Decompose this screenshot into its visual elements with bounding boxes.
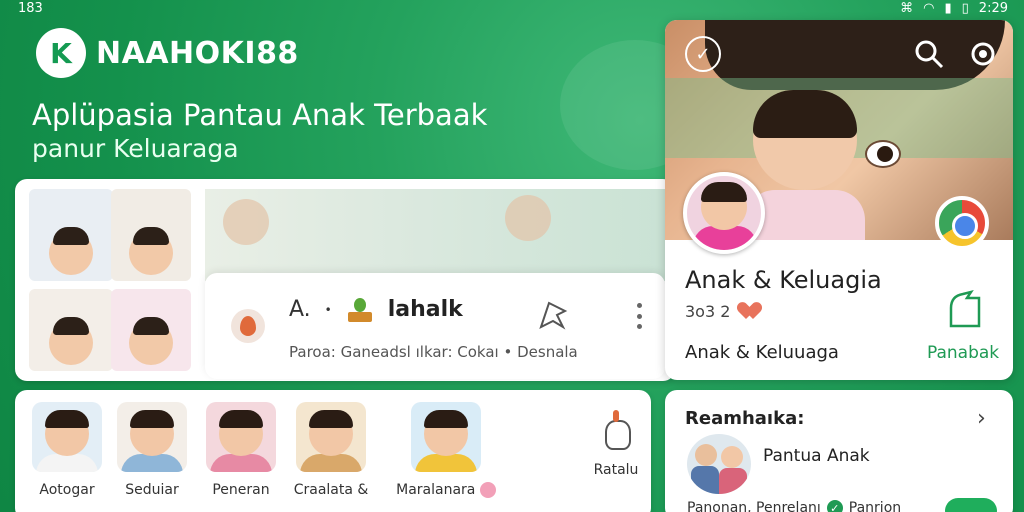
person-body [719,468,747,494]
category-label: Craalata & [293,482,369,498]
avatar[interactable] [683,172,765,254]
wifi-icon: ◠ [923,1,935,16]
browser-icon[interactable] [935,196,989,250]
reminder-row-status: Panrion [848,500,902,512]
child-face [49,317,93,365]
battery-icon: ▯ [961,1,969,16]
reminder-item[interactable]: Pantua Anak [763,446,870,466]
category-child-hair [219,410,263,428]
profile-name: Anak & Keluagia [685,266,882,294]
category-child-body [210,454,272,472]
post-title-prefix: A. [289,297,311,322]
category-child-body [415,454,477,472]
person-head [695,444,717,466]
category-image [117,402,187,472]
chevron-right-icon[interactable]: › [977,406,986,431]
category-label: Peneran [212,482,270,498]
profile-family-link[interactable]: Anak & Keluuaga [685,342,839,363]
category-child-body [300,454,362,472]
child-face [129,227,173,275]
feed-post[interactable]: A. • lahalk Paroa: Ganeadsl ılkar: Cokaı… [205,273,665,379]
profile-stat-value: 3o3 2 [685,302,731,321]
categories-card: Aotogar Seduiar Peneran Craalata & Maral… [15,390,651,512]
avatar-hair [701,182,747,202]
child-hair [753,90,857,138]
tree-icon [601,410,631,450]
hero-subline: panur Keluaraga [32,134,239,163]
status-icons: ⌘ ◠ ▮ ▯ 2:29 [900,1,1008,16]
brand-header: K NAAHOKI88 [36,28,299,78]
category-item[interactable]: Seduiar [112,402,192,498]
gear-icon[interactable] [965,36,1001,72]
growth-icon[interactable] [945,288,985,330]
reminder-row-text: Panonan, Penrelanı [687,500,821,512]
post-title: A. • lahalk [289,297,463,322]
heart-icon[interactable] [742,303,762,321]
category-item[interactable]: Craalata & [291,402,371,498]
app-name: NAAHOKI88 [96,35,299,71]
status-bar: 183 ⌘ ◠ ▮ ▯ 2:29 [0,0,1024,18]
reminder-toggle[interactable] [945,498,997,512]
blurred-photo-banner [205,189,675,281]
blurred-child [223,199,269,245]
reminder-thumbnail [687,434,751,494]
categories-more[interactable]: Ratalu [591,410,641,478]
category-child-hair [309,410,353,428]
reminder-row: Panonan, Penrelanı ✓ Panrion [687,500,901,512]
profile-stats: 3o3 2 [685,302,762,321]
plant-icon [346,297,374,322]
category-label-text: Maralanara [396,482,476,498]
child-face [129,317,173,365]
flame-icon [231,309,265,343]
more-options-icon[interactable] [637,303,643,329]
category-child-hair [45,410,89,428]
person-body [691,466,719,494]
category-label: Seduiar [125,482,179,498]
post-title-dot: • [324,302,332,317]
avatar-body [693,226,757,250]
category-item[interactable]: Peneran [201,402,281,498]
feed-card[interactable]: A. • lahalk Paroa: Ganeadsl ılkar: Cokaı… [15,179,675,381]
person-head [721,446,743,468]
reminder-card[interactable]: Reamhaıka: › Pantua Anak Panonan, Penrel… [665,390,1013,512]
category-label: Aotogar [39,482,95,498]
status-left-text: 183 [18,1,43,16]
check-icon[interactable]: ✓ [685,36,721,72]
category-item[interactable]: Maralanara [391,402,501,498]
cover-eye [865,140,901,168]
notification-badge-icon [479,482,496,498]
photo-thumb-1[interactable] [29,189,113,281]
status-time: 2:29 [978,1,1008,16]
signal-icon: ▮ [944,1,952,16]
category-image [296,402,366,472]
category-child-body [36,454,98,472]
bluetooth-icon: ⌘ [900,1,914,16]
category-image [32,402,102,472]
category-child-hair [424,410,468,428]
child-face [49,227,93,275]
category-child-body [121,454,183,472]
photo-thumb-3[interactable] [29,289,113,371]
hero-headline: Aplüpasia Pantau Anak Terbaak [32,98,488,132]
app-logo-icon: K [36,28,86,78]
photo-thumb-4[interactable] [111,289,191,371]
search-icon[interactable] [911,36,947,72]
category-label: Maralanara [391,482,501,498]
profile-action-link[interactable]: Panabak [927,343,999,363]
profile-card[interactable]: ✓ Anak & Keluagia 3o3 2 Anak & Keluuaga … [665,20,1013,380]
reminder-title: Reamhaıka: [685,408,805,429]
category-image [411,402,481,472]
photo-thumb-2[interactable] [111,189,191,281]
blurred-child [505,195,551,241]
post-meta: Paroa: Ganeadsl ılkar: Cokaı • Desnala [289,343,578,361]
post-title-strong: lahalk [387,297,463,322]
categories-more-label: Ratalu [593,462,639,478]
share-icon[interactable] [535,297,571,333]
category-item[interactable]: Aotogar [27,402,107,498]
category-image [206,402,276,472]
check-circle-icon: ✓ [826,500,843,512]
category-child-hair [130,410,174,428]
